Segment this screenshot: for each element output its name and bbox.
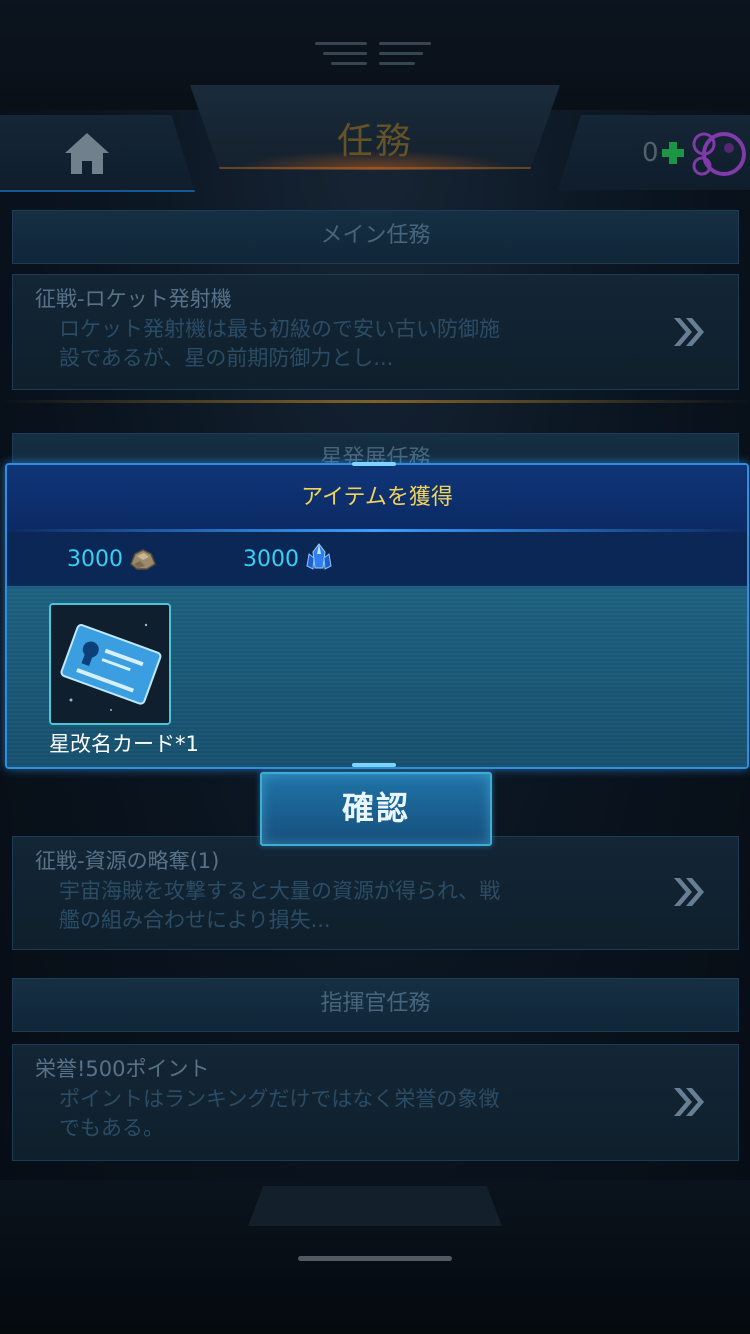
- crystal-value: 3000: [243, 547, 299, 572]
- rename-card-icon[interactable]: [49, 603, 171, 725]
- ore-icon: [130, 549, 156, 570]
- ore-value: 3000: [67, 547, 123, 572]
- popup-title: アイテムを獲得: [7, 465, 747, 531]
- popup-resources: 3000 3000: [7, 532, 747, 584]
- crystal-icon: [306, 543, 332, 570]
- popup-notch-bottom: [352, 763, 396, 767]
- reward-popup: アイテムを獲得 3000 3000 星改名カード*1: [5, 463, 749, 769]
- item-label: 星改名カード*1: [49, 732, 199, 756]
- confirm-button[interactable]: 確認: [260, 772, 492, 846]
- popup-item-list: 星改名カード*1: [7, 586, 747, 767]
- popup-notch-top: [352, 462, 396, 466]
